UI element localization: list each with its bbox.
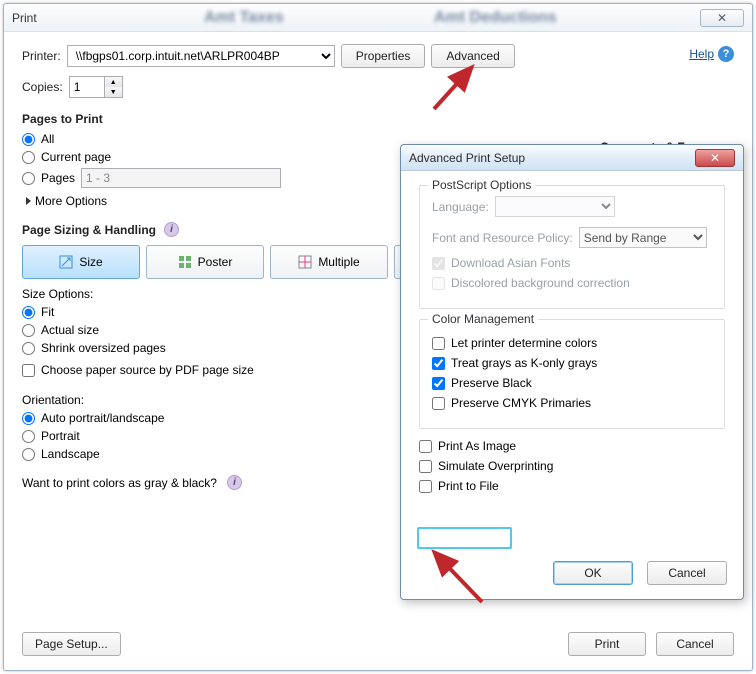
landscape-label: Landscape [41, 447, 100, 461]
print-button[interactable]: Print [568, 632, 646, 656]
help-area: Help ? [689, 46, 734, 62]
copies-input[interactable] [70, 77, 104, 97]
printer-select[interactable]: \\fbgps01.corp.intuit.net\ARLPR004BP [67, 45, 335, 67]
adv-titlebar: Advanced Print Setup ✕ [401, 145, 743, 171]
adv-ok-button[interactable]: OK [553, 561, 633, 585]
print-to-file-label: Print to File [438, 479, 499, 493]
radio-shrink-label: Shrink oversized pages [41, 341, 166, 355]
close-icon: ✕ [717, 11, 727, 25]
print-as-image-label: Print As Image [438, 439, 516, 453]
preserve-black-label: Preserve Black [451, 376, 532, 390]
portrait-label: Portrait [41, 429, 80, 443]
radio-pages[interactable] [22, 172, 35, 185]
radio-landscape[interactable] [22, 448, 35, 461]
discolored-label: Discolored background correction [451, 276, 630, 290]
info-icon[interactable]: i [227, 475, 242, 490]
radio-actual-size[interactable] [22, 324, 35, 337]
titlebar: Print Amt Taxes Amt Deductions ✕ [4, 4, 752, 32]
advanced-button[interactable]: Advanced [431, 44, 514, 68]
printer-label: Printer: [22, 49, 61, 63]
properties-button[interactable]: Properties [341, 44, 426, 68]
tab-size[interactable]: Size [22, 245, 140, 279]
radio-current-page[interactable] [22, 151, 35, 164]
adv-close-button[interactable]: ✕ [695, 149, 735, 167]
radio-auto-orient[interactable] [22, 412, 35, 425]
radio-portrait[interactable] [22, 430, 35, 443]
radio-all-label: All [41, 132, 54, 146]
advanced-print-setup-dialog: Advanced Print Setup ✕ PostScript Option… [400, 144, 744, 600]
multiple-icon [298, 255, 312, 269]
checkbox-print-as-image[interactable] [419, 440, 432, 453]
postscript-options-group: PostScript Options Language: Font and Re… [419, 185, 725, 309]
adv-cancel-button[interactable]: Cancel [647, 561, 727, 585]
checkbox-preserve-black[interactable] [432, 377, 445, 390]
window-title: Print [12, 11, 37, 25]
policy-label: Font and Resource Policy: [432, 231, 573, 245]
radio-current-label: Current page [41, 150, 111, 164]
adv-title: Advanced Print Setup [409, 151, 525, 165]
help-icon[interactable]: ? [718, 46, 734, 62]
radio-shrink[interactable] [22, 342, 35, 355]
auto-orient-label: Auto portrait/landscape [41, 411, 164, 425]
sizing-heading: Page Sizing & Handling [22, 223, 156, 237]
copies-stepper[interactable]: ▲▼ [69, 76, 123, 98]
pages-range-input[interactable] [81, 168, 281, 188]
page-setup-button[interactable]: Page Setup... [22, 632, 121, 656]
checkbox-treat-grays[interactable] [432, 357, 445, 370]
tab-multiple[interactable]: Multiple [270, 245, 388, 279]
tab-size-label: Size [79, 255, 102, 269]
color-mgmt-legend: Color Management [428, 312, 538, 326]
radio-fit[interactable] [22, 306, 35, 319]
color-management-group: Color Management Let printer determine c… [419, 319, 725, 429]
let-printer-label: Let printer determine colors [451, 336, 597, 350]
copies-label: Copies: [22, 80, 63, 94]
checkbox-let-printer[interactable] [432, 337, 445, 350]
tab-poster[interactable]: Poster [146, 245, 264, 279]
download-asian-label: Download Asian Fonts [451, 256, 570, 270]
adv-body: PostScript Options Language: Font and Re… [401, 171, 743, 599]
spin-down-icon[interactable]: ▼ [105, 87, 122, 97]
help-link[interactable]: Help [689, 47, 714, 61]
gray-question-label: Want to print colors as gray & black? [22, 476, 217, 490]
spin-up-icon[interactable]: ▲ [105, 77, 122, 87]
more-options-label: More Options [35, 194, 107, 208]
close-icon: ✕ [710, 151, 720, 165]
radio-actual-label: Actual size [41, 323, 99, 337]
preserve-cmyk-label: Preserve CMYK Primaries [451, 396, 591, 410]
pages-to-print-heading: Pages to Print [22, 112, 734, 126]
checkbox-print-to-file[interactable] [419, 480, 432, 493]
cancel-button[interactable]: Cancel [656, 632, 734, 656]
background-blur-text: Amt Taxes [204, 9, 284, 27]
size-icon [59, 255, 73, 269]
treat-grays-label: Treat grays as K-only grays [451, 356, 597, 370]
tab-multiple-label: Multiple [318, 255, 359, 269]
tab-poster-label: Poster [198, 255, 233, 269]
checkbox-discolored [432, 277, 445, 290]
checkbox-download-asian [432, 257, 445, 270]
checkbox-preserve-cmyk[interactable] [432, 397, 445, 410]
footer: Page Setup... Print Cancel [22, 632, 734, 656]
close-button[interactable]: ✕ [700, 9, 744, 27]
radio-fit-label: Fit [41, 305, 54, 319]
radio-pages-label: Pages [41, 171, 75, 185]
simulate-overprint-label: Simulate Overprinting [438, 459, 553, 473]
background-blur-text: Amt Deductions [434, 9, 557, 27]
checkbox-choose-source[interactable] [22, 364, 35, 377]
poster-icon [178, 255, 192, 269]
checkbox-simulate-overprint[interactable] [419, 460, 432, 473]
print-dialog: Print Amt Taxes Amt Deductions ✕ Help ? … [3, 3, 753, 671]
policy-select[interactable]: Send by Range [579, 227, 707, 248]
info-icon[interactable]: i [164, 222, 179, 237]
postscript-legend: PostScript Options [428, 178, 535, 192]
choose-source-label: Choose paper source by PDF page size [41, 363, 254, 377]
copies-spinner[interactable]: ▲▼ [104, 77, 122, 97]
radio-all[interactable] [22, 133, 35, 146]
language-select [495, 196, 615, 217]
language-label: Language: [432, 200, 489, 214]
expand-icon [26, 197, 31, 205]
